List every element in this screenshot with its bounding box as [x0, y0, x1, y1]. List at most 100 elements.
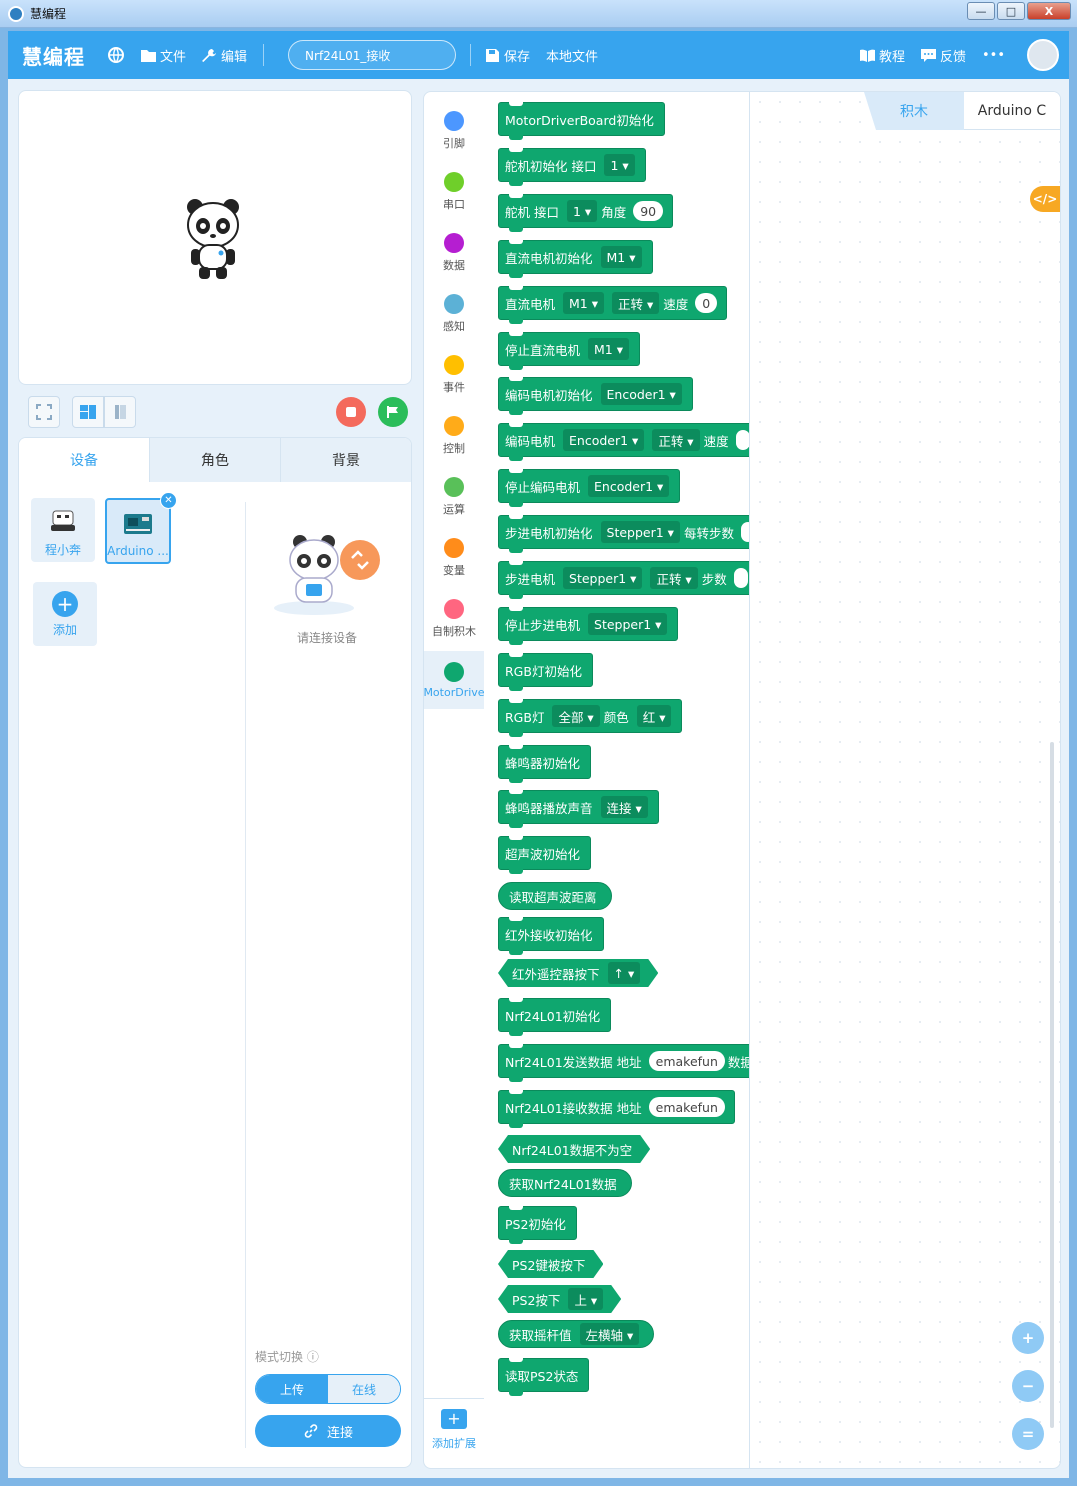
category-item[interactable]: 控制 — [424, 407, 484, 465]
zoom-reset-icon[interactable]: = — [1012, 1418, 1044, 1450]
palette-block[interactable]: 获取摇杆值 左横轴 ▾ — [498, 1320, 655, 1348]
block-dropdown[interactable]: Encoder1 ▾ — [600, 383, 682, 405]
block-input[interactable]: emakefun — [648, 1097, 725, 1117]
block-input[interactable]: emakefun — [648, 1051, 725, 1071]
device-card-arduino[interactable]: Arduino ... ✕ — [105, 492, 177, 564]
palette-block[interactable]: RGB灯 全部 ▾ 颜色红 ▾ — [498, 699, 683, 737]
palette-block[interactable]: 红外接收初始化 — [498, 917, 604, 955]
tutorial-button[interactable]: 教程 — [859, 46, 905, 65]
palette-block[interactable]: 停止步进电机 Stepper1 ▾ — [498, 607, 679, 645]
block-dropdown[interactable]: ↑ ▾ — [608, 962, 641, 984]
category-item[interactable]: MotorDrive — [423, 651, 485, 709]
block-dropdown[interactable]: Stepper1 ▾ — [563, 567, 643, 589]
palette-block[interactable]: 编码电机 Encoder1 ▾ 正转 ▾ 速度 — [498, 423, 749, 461]
close-window-button[interactable]: X — [1027, 2, 1071, 20]
category-item[interactable]: 自制积木 — [424, 590, 484, 648]
minimize-button[interactable]: — — [967, 2, 995, 20]
palette-block[interactable]: MotorDriverBoard初始化 — [498, 102, 665, 140]
code-toggle-icon[interactable]: </> — [1030, 186, 1060, 212]
block-dropdown[interactable]: 1 ▾ — [604, 154, 635, 176]
palette-block[interactable]: PS2键被按下 — [498, 1250, 603, 1278]
zoom-in-icon[interactable]: + — [1012, 1322, 1044, 1354]
category-item[interactable]: 变量 — [424, 529, 484, 587]
block-dropdown[interactable]: M1 ▾ — [588, 338, 630, 360]
maximize-button[interactable]: □ — [997, 2, 1025, 20]
device-card-codey[interactable]: 程小奔 — [31, 498, 95, 562]
tab-blocks[interactable]: 积木 — [864, 92, 964, 130]
block-input[interactable] — [740, 522, 749, 542]
feedback-button[interactable]: 反馈 — [920, 46, 966, 65]
add-device-button[interactable]: + 添加 — [33, 582, 97, 646]
mode-switch[interactable]: 上传 在线 — [255, 1374, 401, 1404]
category-item[interactable]: 运算 — [424, 468, 484, 526]
block-input[interactable] — [735, 430, 749, 450]
block-dropdown[interactable]: 上 ▾ — [568, 1288, 603, 1310]
palette-block[interactable]: 蜂鸣器播放声音 连接 ▾ — [498, 790, 659, 828]
category-item[interactable]: 串口 — [424, 163, 484, 221]
vertical-scrollbar[interactable] — [1050, 742, 1054, 1428]
palette-block[interactable]: 直流电机 M1 ▾ 正转 ▾ 速度 0 — [498, 286, 728, 324]
block-input[interactable] — [733, 568, 748, 588]
language-button[interactable] — [107, 46, 125, 64]
palette-block[interactable]: 获取Nrf24L01数据 — [498, 1169, 632, 1197]
mode-upload-option[interactable]: 上传 — [256, 1375, 328, 1403]
block-dropdown[interactable]: Encoder1 ▾ — [588, 475, 670, 497]
block-input[interactable]: 90 — [633, 201, 664, 221]
tab-background[interactable]: 背景 — [280, 438, 411, 482]
palette-block[interactable]: PS2初始化 — [498, 1206, 577, 1244]
palette-block[interactable]: Nrf24L01接收数据 地址 emakefun — [498, 1090, 735, 1128]
avatar[interactable] — [1027, 39, 1059, 71]
palette-block[interactable]: 停止编码电机 Encoder1 ▾ — [498, 469, 681, 507]
zoom-out-icon[interactable]: − — [1012, 1370, 1044, 1402]
category-item[interactable]: 引脚 — [424, 102, 484, 160]
block-dropdown[interactable]: 全部 ▾ — [552, 705, 600, 727]
palette-block[interactable]: RGB灯初始化 — [498, 653, 593, 691]
script-workspace[interactable]: 积木 Arduino C </> + − = — [749, 91, 1061, 1469]
block-dropdown[interactable]: M1 ▾ — [563, 292, 605, 314]
block-dropdown[interactable]: Stepper1 ▾ — [600, 521, 680, 543]
stop-button[interactable] — [336, 397, 366, 427]
palette-block[interactable]: 停止直流电机 M1 ▾ — [498, 332, 641, 370]
block-dropdown[interactable]: 红 ▾ — [636, 705, 672, 727]
palette-block[interactable]: 舵机初始化 接口 1 ▾ — [498, 148, 646, 186]
file-menu[interactable]: 文件 — [141, 46, 186, 65]
local-file-button[interactable]: 本地文件 — [546, 46, 598, 65]
palette-block[interactable]: 编码电机初始化 Encoder1 ▾ — [498, 377, 693, 415]
connect-button[interactable]: 连接 — [255, 1415, 401, 1447]
palette-block[interactable]: Nrf24L01初始化 — [498, 998, 612, 1036]
block-dropdown[interactable]: Encoder1 ▾ — [563, 429, 645, 451]
more-menu-button[interactable]: ••• — [982, 48, 1005, 63]
palette-block[interactable]: 步进电机初始化 Stepper1 ▾ 每转步数 — [498, 515, 749, 553]
add-extension-button[interactable]: + 添加扩展 — [424, 1398, 484, 1460]
mode-online-option[interactable]: 在线 — [328, 1375, 400, 1403]
palette-block[interactable]: 舵机 接口 1 ▾ 角度 90 — [498, 194, 674, 232]
tab-devices[interactable]: 设备 — [19, 438, 149, 482]
green-flag-button[interactable] — [378, 397, 408, 427]
block-dropdown[interactable]: 正转 ▾ — [612, 292, 660, 314]
block-dropdown[interactable]: 连接 ▾ — [600, 796, 648, 818]
category-item[interactable]: 事件 — [424, 346, 484, 404]
tab-arduino-code[interactable]: Arduino C — [964, 92, 1060, 130]
palette-block[interactable]: Nrf24L01发送数据 地址 emakefun数据 — [498, 1044, 749, 1082]
palette-block[interactable]: 超声波初始化 — [498, 836, 592, 874]
block-dropdown[interactable]: Stepper1 ▾ — [588, 613, 668, 635]
palette-block[interactable]: 步进电机 Stepper1 ▾ 正转 ▾ 步数 — [498, 561, 749, 599]
save-button[interactable]: 保存 — [485, 46, 530, 65]
block-dropdown[interactable]: 正转 ▾ — [652, 429, 700, 451]
layout-small-button[interactable] — [104, 396, 136, 428]
block-dropdown[interactable]: 正转 ▾ — [650, 567, 698, 589]
tab-sprites[interactable]: 角色 — [149, 438, 280, 482]
palette-block[interactable]: Nrf24L01数据不为空 — [498, 1135, 650, 1163]
category-item[interactable]: 数据 — [424, 224, 484, 282]
remove-device-icon[interactable]: ✕ — [160, 492, 177, 509]
block-dropdown[interactable]: 1 ▾ — [566, 200, 598, 222]
layout-large-button[interactable] — [72, 396, 104, 428]
fullscreen-button[interactable] — [28, 396, 60, 428]
palette-block[interactable]: PS2按下上 ▾ — [498, 1285, 621, 1313]
palette-block[interactable]: 读取PS2状态 — [498, 1358, 590, 1396]
project-name-input[interactable]: Nrf24L01_接收 — [288, 40, 457, 70]
block-input[interactable]: 0 — [695, 293, 718, 313]
category-item[interactable]: 感知 — [424, 285, 484, 343]
block-dropdown[interactable]: 左横轴 ▾ — [579, 1323, 640, 1345]
palette-block[interactable]: 直流电机初始化 M1 ▾ — [498, 240, 653, 278]
